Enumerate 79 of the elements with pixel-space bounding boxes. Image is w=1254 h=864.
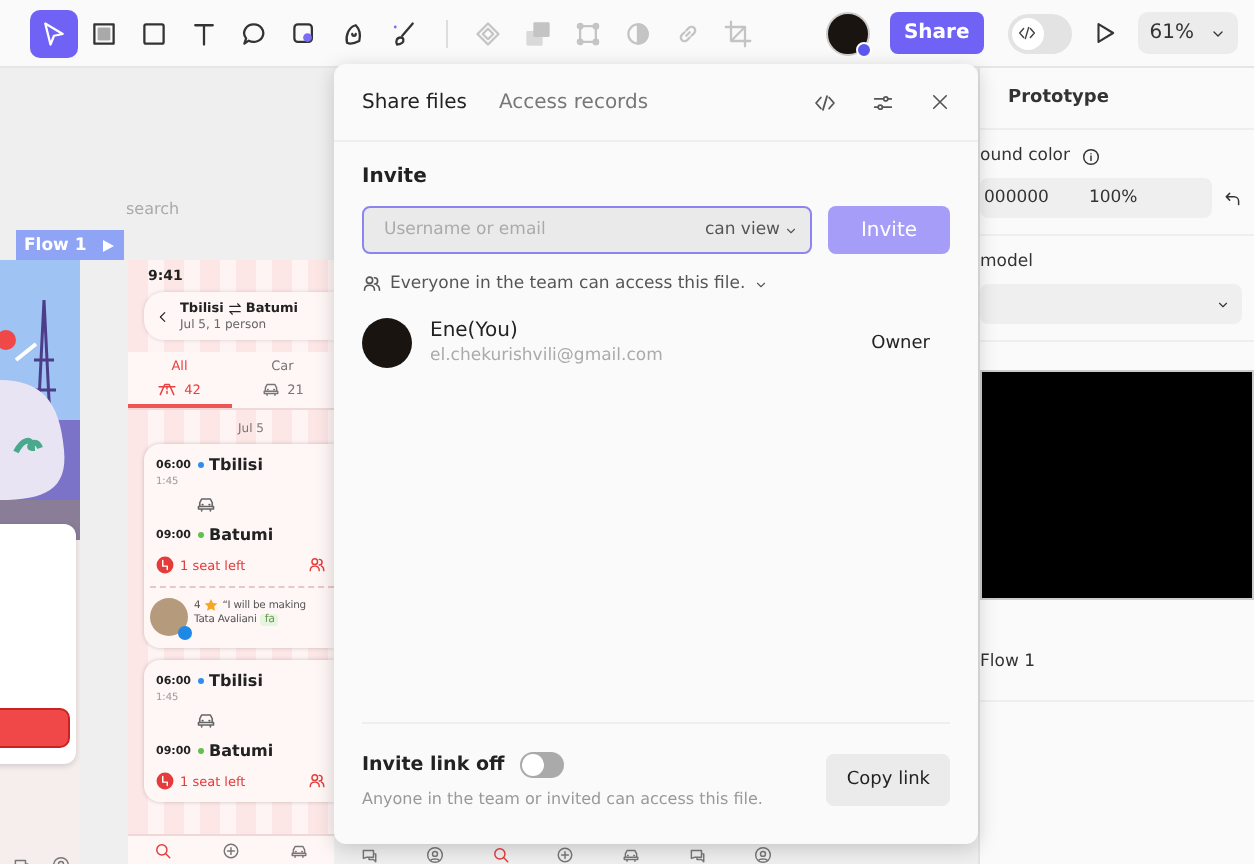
dot-icon — [197, 678, 204, 684]
people-icon — [308, 772, 326, 790]
copy-link-button[interactable]: Copy link — [826, 754, 950, 806]
corners-icon — [574, 19, 602, 47]
dialog-tab[interactable]: Access records — [498, 91, 649, 113]
field-label: model — [980, 252, 1035, 272]
people-icon — [362, 274, 382, 294]
overlap-squares-icon — [524, 19, 552, 47]
seat-icon — [156, 772, 174, 790]
dot-icon — [197, 532, 204, 538]
star-icon — [204, 598, 219, 612]
profile-icon — [753, 846, 772, 864]
code-icon — [1018, 24, 1037, 42]
crop-icon — [724, 19, 752, 47]
destination-city: Batumi — [209, 526, 274, 544]
undo-icon — [1224, 189, 1242, 207]
diamond-icon — [474, 19, 502, 47]
code-icon — [814, 91, 836, 113]
dot-icon — [197, 462, 204, 468]
people-icon — [308, 556, 326, 574]
dot-icon — [197, 748, 204, 754]
car-icon — [196, 494, 216, 514]
prototype-tab[interactable]: Prototype — [1008, 88, 1109, 108]
chevron-down-icon — [1216, 297, 1230, 311]
profile-icon — [425, 846, 444, 864]
share-button[interactable]: Share — [889, 12, 984, 54]
rectangle-icon — [140, 19, 168, 47]
field-label: ound color — [980, 146, 1071, 166]
play-icon — [1091, 20, 1118, 46]
car-icon — [290, 841, 309, 859]
half-circle-icon — [624, 19, 652, 47]
back-icon — [156, 309, 170, 323]
seat-icon — [156, 556, 174, 574]
road-icon — [158, 380, 177, 398]
chevron-down-icon — [784, 223, 798, 237]
color-field[interactable]: 000000 100% — [980, 178, 1212, 218]
info-icon — [1082, 147, 1101, 165]
frame-label: search — [126, 200, 180, 218]
origin-city: Tbilisi — [209, 672, 263, 690]
chat-icon — [688, 846, 707, 864]
member-avatar — [362, 318, 412, 368]
dev-mode-toggle[interactable] — [1007, 13, 1072, 53]
close-icon — [930, 92, 950, 112]
driver-photo — [150, 598, 188, 636]
car-icon — [261, 380, 280, 398]
chat-icon — [359, 846, 378, 864]
team-access-dropdown[interactable]: Everyone in the team can access this file. — [362, 274, 950, 294]
member-email: el.chekurishvili@gmail.com — [430, 346, 665, 366]
car-icon — [196, 710, 216, 730]
permission-dropdown[interactable]: can view — [704, 220, 798, 240]
plus-circle-icon — [221, 841, 240, 859]
flow-name[interactable]: Flow 1 — [980, 652, 1036, 672]
invite-field[interactable]: Username or email can view — [362, 206, 812, 254]
text-icon — [190, 19, 218, 47]
search-icon — [491, 846, 510, 864]
sliders-icon — [872, 91, 894, 113]
search-icon — [153, 841, 172, 859]
invite-heading: Invite — [362, 166, 429, 188]
chevron-down-icon — [753, 277, 768, 291]
play-icon — [100, 237, 116, 253]
dialog-tab[interactable]: Share files — [362, 91, 467, 113]
member-name: Ene(You) — [430, 320, 520, 342]
zoom-dropdown[interactable]: 61% — [1137, 12, 1238, 54]
brush-icon — [390, 19, 418, 47]
invite-link-label: Invite link off — [362, 754, 505, 776]
swap-icon — [227, 301, 242, 315]
user-avatar[interactable] — [825, 11, 870, 55]
frame-icon — [90, 19, 118, 47]
member-role: Owner — [871, 333, 932, 353]
speech-bubble-icon — [240, 19, 268, 47]
car-icon — [622, 846, 641, 864]
shapes-icon — [290, 19, 318, 47]
origin-city: Tbilisi — [209, 456, 263, 474]
pointer-icon — [40, 19, 68, 47]
destination-city: Batumi — [209, 742, 274, 760]
plus-circle-icon — [556, 846, 575, 864]
play-button[interactable] — [1091, 20, 1118, 46]
invite-link-switch[interactable] — [520, 752, 565, 778]
invite-link-description: Anyone in the team or invited can access this file. — [362, 790, 765, 808]
